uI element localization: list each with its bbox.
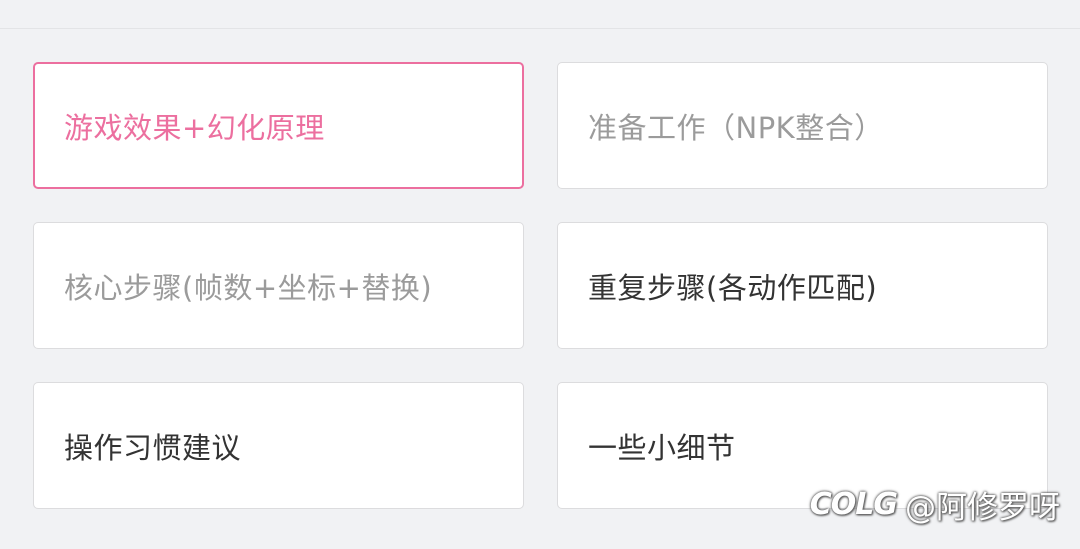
option-label: 重复步骤(各动作匹配) [588, 270, 878, 305]
watermark-author: @阿修罗呀 [905, 490, 1060, 526]
option-card-habit-advice[interactable]: 操作习惯建议 [33, 382, 524, 509]
option-card-game-effect[interactable]: 游戏效果+幻化原理 [33, 62, 524, 189]
option-label: 准备工作（NPK整合） [588, 110, 884, 145]
option-card-repeat-steps[interactable]: 重复步骤(各动作匹配) [557, 222, 1048, 349]
option-label: 游戏效果+幻化原理 [64, 110, 325, 145]
option-label: 一些小细节 [588, 430, 736, 465]
colg-logo: COLG [809, 487, 898, 522]
watermark: COLG @阿修罗呀 [810, 482, 1060, 527]
option-label: 核心步骤(帧数+坐标+替换) [64, 270, 433, 305]
chapter-option-grid: 游戏效果+幻化原理 准备工作（NPK整合） 核心步骤(帧数+坐标+替换) 重复步… [0, 0, 1080, 549]
option-card-preparation[interactable]: 准备工作（NPK整合） [557, 62, 1048, 189]
option-card-core-steps[interactable]: 核心步骤(帧数+坐标+替换) [33, 222, 524, 349]
option-label: 操作习惯建议 [64, 430, 242, 465]
